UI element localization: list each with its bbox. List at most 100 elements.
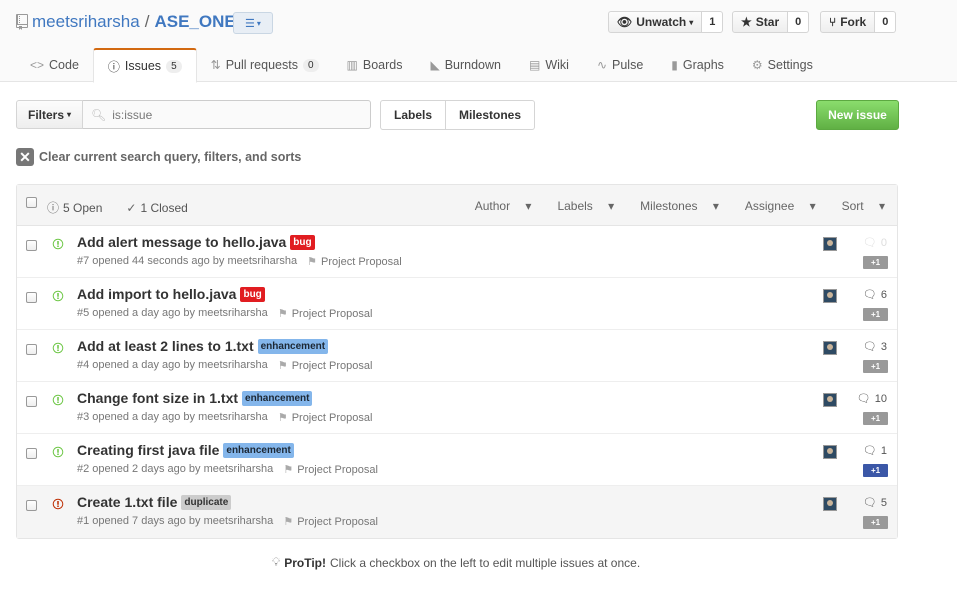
assignee-filter-dropdown[interactable]: Assignee ▾ bbox=[745, 199, 816, 213]
watch-group: 👁 Unwatch ▾ 1 bbox=[608, 11, 724, 33]
assignee-avatar[interactable] bbox=[823, 445, 837, 459]
milestone-link[interactable]: ⚑ Project Proposal bbox=[277, 359, 373, 373]
plus-one-button[interactable]: +1 bbox=[863, 516, 888, 529]
sort-label: Sort bbox=[841, 199, 864, 213]
protip-text: Click a checkbox on the left to edit mul… bbox=[330, 555, 641, 570]
eye-icon: 👁 bbox=[617, 15, 633, 29]
issue-opened-icon bbox=[52, 238, 64, 250]
issue-label[interactable]: enhancement bbox=[242, 390, 313, 406]
tab-pull-requests[interactable]: ⇅ Pull requests 0 bbox=[197, 48, 333, 82]
repo-list-menu-button[interactable]: ☰ ▾ bbox=[233, 12, 273, 34]
fork-count[interactable]: 0 bbox=[875, 11, 897, 33]
select-all-checkbox[interactable] bbox=[26, 197, 37, 211]
issue-title-link[interactable]: Change font size in 1.txt enhancement bbox=[77, 390, 313, 406]
milestone-icon: ⚑ bbox=[277, 360, 288, 372]
milestone-link[interactable]: ⚑ Project Proposal bbox=[283, 463, 378, 477]
issue-opened-by: #1 opened 7 days ago by meetsriharsha bbox=[77, 515, 274, 527]
issue-checkbox[interactable] bbox=[26, 240, 37, 254]
repo-forked-icon: ⑂ bbox=[829, 15, 837, 29]
new-issue-button[interactable]: New issue bbox=[816, 100, 899, 130]
repo-title: meetsriharsha / ASE_ONE bbox=[16, 12, 236, 32]
issue-label[interactable]: bug bbox=[240, 286, 265, 302]
milestone-link[interactable]: ⚑ Project Proposal bbox=[278, 411, 373, 425]
assignee-avatar[interactable] bbox=[823, 497, 837, 511]
plus-one-button[interactable]: +1 bbox=[863, 256, 888, 269]
assignee-avatar[interactable] bbox=[823, 289, 837, 303]
issue-checkbox[interactable] bbox=[26, 500, 37, 514]
issue-opened-icon bbox=[52, 394, 64, 406]
tab-boards[interactable]: ▥ Boards bbox=[333, 48, 417, 82]
filters-dropdown-button[interactable]: Filters ▾ bbox=[16, 100, 83, 129]
milestones-button[interactable]: Milestones bbox=[446, 100, 536, 130]
tab-wiki[interactable]: ▤ Wiki bbox=[515, 48, 583, 82]
issue-label[interactable]: duplicate bbox=[181, 494, 232, 510]
repo-owner-link[interactable]: meetsriharsha bbox=[32, 12, 140, 32]
tab-pulse[interactable]: ∿ Pulse bbox=[583, 48, 657, 82]
plus-one-button[interactable]: +1 bbox=[863, 360, 888, 373]
comments-link[interactable]: 🗨︎ 6 bbox=[837, 288, 887, 302]
labels-button[interactable]: Labels bbox=[380, 100, 447, 130]
tab-code[interactable]: <> Code bbox=[16, 48, 93, 82]
issue-title-link[interactable]: Add at least 2 lines to 1.txt enhancemen… bbox=[77, 338, 329, 354]
fork-button[interactable]: ⑂ Fork bbox=[820, 11, 876, 33]
tab-graphs[interactable]: ▮ Graphs bbox=[657, 48, 738, 82]
milestone-icon: ⚑ bbox=[283, 464, 294, 476]
issue-row: Change font size in 1.txt enhancement #3… bbox=[17, 382, 897, 434]
issue-opened-icon bbox=[52, 290, 64, 302]
issue-title-link[interactable]: Creating first java file enhancement bbox=[77, 442, 294, 458]
star-button[interactable]: ★ Star bbox=[732, 11, 789, 33]
watch-count[interactable]: 1 bbox=[702, 11, 724, 33]
unwatch-button[interactable]: 👁 Unwatch ▾ bbox=[608, 11, 703, 33]
closed-issues-link[interactable]: ✓ 1 Closed bbox=[126, 199, 199, 216]
repo-name-link[interactable]: ASE_ONE bbox=[154, 12, 235, 32]
issue-label[interactable]: bug bbox=[290, 234, 315, 250]
clear-query-link[interactable]: ✕ Clear current search query, filters, a… bbox=[16, 148, 301, 166]
milestone-link[interactable]: ⚑ Project Proposal bbox=[277, 307, 373, 321]
comments-link[interactable]: 🗨︎ 10 bbox=[837, 392, 887, 406]
milestone-icon: ⚑ bbox=[277, 308, 288, 320]
tab-settings[interactable]: ⚙ Settings bbox=[738, 48, 827, 82]
tab-label: Code bbox=[49, 58, 79, 72]
tab-issues[interactable]: ⓘ Issues 5 bbox=[92, 48, 197, 83]
burndown-icon: ◣ bbox=[430, 58, 440, 72]
tab-burndown[interactable]: ◣ Burndown bbox=[416, 48, 515, 82]
issue-checkbox[interactable] bbox=[26, 396, 37, 410]
milestones-filter-dropdown[interactable]: Milestones ▾ bbox=[640, 199, 719, 213]
issue-label[interactable]: enhancement bbox=[257, 338, 329, 354]
issues-search-input[interactable]: 🔍︎ is:issue bbox=[83, 100, 371, 129]
issue-checkbox[interactable] bbox=[26, 448, 37, 462]
issue-title-link[interactable]: Add alert message to hello.java bug bbox=[77, 234, 315, 250]
comments-link[interactable]: 🗨︎ 5 bbox=[837, 496, 887, 510]
assignee-avatar[interactable] bbox=[823, 237, 837, 251]
issue-title-link[interactable]: Add import to hello.java bug bbox=[77, 286, 265, 302]
issue-checkbox[interactable] bbox=[26, 292, 37, 306]
milestone-label: Project Proposal bbox=[291, 359, 373, 372]
issue-opened-by: #3 opened a day ago by meetsriharsha bbox=[77, 411, 268, 423]
star-count[interactable]: 0 bbox=[788, 11, 810, 33]
labels-filter-dropdown[interactable]: Labels ▾ bbox=[557, 199, 614, 213]
comments-link[interactable]: 🗨︎ 3 bbox=[837, 340, 887, 354]
plus-one-button[interactable]: +1 bbox=[863, 464, 888, 477]
issue-checkbox[interactable] bbox=[26, 344, 37, 358]
milestone-link[interactable]: ⚑ Project Proposal bbox=[283, 515, 378, 529]
issue-title-link[interactable]: Create 1.txt file duplicate bbox=[77, 494, 232, 510]
issue-meta: #5 opened a day ago by meetsriharsha ⚑ Pr… bbox=[77, 307, 372, 320]
assignee-avatar[interactable] bbox=[823, 341, 837, 355]
issue-opened-by: #4 opened a day ago by meetsriharsha bbox=[77, 359, 268, 371]
assignee-avatar[interactable] bbox=[823, 393, 837, 407]
closed-count-label: 1 Closed bbox=[140, 200, 188, 215]
plus-one-button[interactable]: +1 bbox=[863, 412, 888, 425]
list-unordered-icon: ☰ bbox=[245, 17, 255, 30]
issue-label[interactable]: enhancement bbox=[223, 442, 294, 458]
plus-one-button[interactable]: +1 bbox=[863, 308, 888, 321]
sort-dropdown[interactable]: Sort ▾ bbox=[842, 199, 885, 213]
issue-title: Change font size in 1.txt bbox=[77, 390, 239, 406]
comments-link[interactable]: 🗨︎ 0 bbox=[837, 236, 887, 250]
comments-link[interactable]: 🗨︎ 1 bbox=[837, 444, 887, 458]
milestone-link[interactable]: ⚑ Project Proposal bbox=[307, 255, 402, 269]
star-label: Star bbox=[755, 15, 780, 29]
open-issues-link[interactable]: ⓘ 5 Open bbox=[47, 199, 114, 216]
author-filter-dropdown[interactable]: Author ▾ bbox=[475, 199, 532, 213]
fork-group: ⑂ Fork 0 bbox=[820, 11, 897, 33]
issue-opened-icon: ⓘ bbox=[107, 59, 120, 74]
